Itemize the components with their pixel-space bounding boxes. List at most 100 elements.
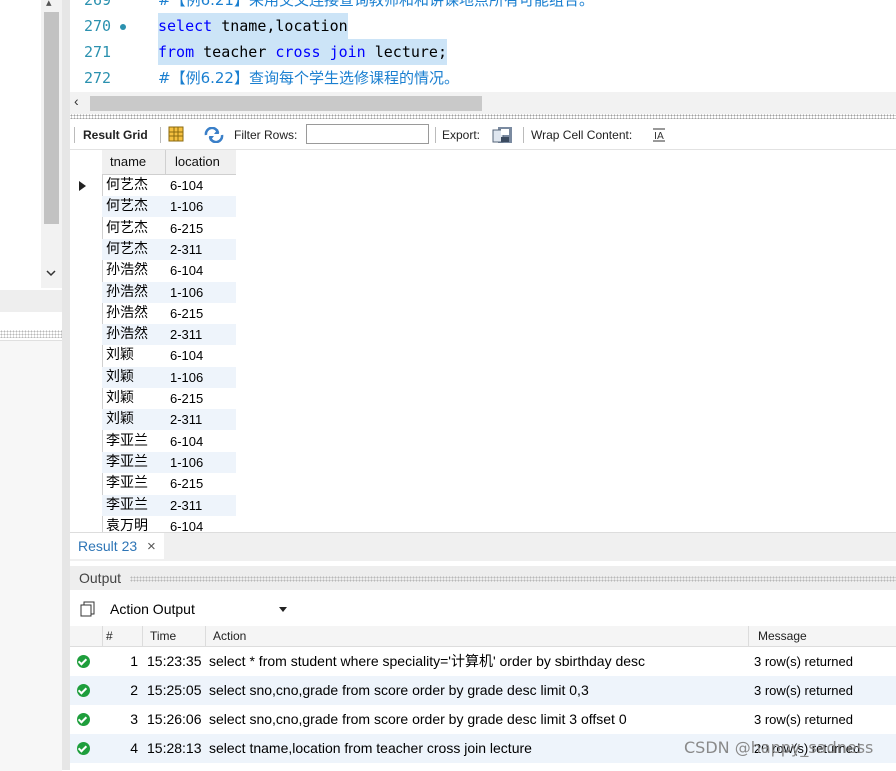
- editor-scroll-thumb[interactable]: [90, 96, 482, 111]
- table-row[interactable]: 李亚兰 1-106: [102, 451, 236, 473]
- cell-tname[interactable]: 何艺杰: [106, 218, 148, 239]
- cell-location[interactable]: 6-104: [170, 431, 203, 452]
- navigator-scroll-thumb[interactable]: [44, 12, 59, 224]
- cell-tname[interactable]: 何艺杰: [106, 175, 148, 196]
- refresh-icon[interactable]: [203, 127, 225, 145]
- cell-tname[interactable]: 刘颖: [106, 409, 134, 430]
- column-divider[interactable]: [102, 626, 103, 646]
- cell-tname[interactable]: 刘颖: [106, 388, 134, 409]
- chevron-down-icon[interactable]: [45, 268, 57, 278]
- cell-tname[interactable]: 李亚兰: [106, 431, 148, 452]
- cell-location[interactable]: 6-215: [170, 388, 203, 409]
- cell-tname[interactable]: 何艺杰: [106, 239, 148, 260]
- column-divider[interactable]: [748, 626, 749, 646]
- cell-tname[interactable]: 李亚兰: [106, 495, 148, 516]
- grid-layout-icon[interactable]: [168, 126, 184, 144]
- table-row[interactable]: 何艺杰 6-104: [102, 175, 236, 196]
- wrap-text-icon[interactable]: IA: [652, 128, 668, 144]
- grid-header: tname location: [102, 150, 236, 175]
- cell-location[interactable]: 1-106: [170, 452, 203, 473]
- row-message: 3 row(s) returned: [754, 683, 853, 698]
- cell-location[interactable]: 2-311: [170, 495, 202, 516]
- table-row[interactable]: 刘颖 1-106: [102, 366, 236, 388]
- copy-icon[interactable]: [80, 601, 96, 617]
- cell-location[interactable]: 6-104: [170, 260, 203, 281]
- cell-location[interactable]: 1-106: [170, 367, 203, 388]
- table-row[interactable]: 2 15:25:05 select sno,cno,grade from score…: [70, 676, 896, 705]
- table-row[interactable]: 3 15:26:06 select sno,cno,grade from score…: [70, 705, 896, 734]
- table-row[interactable]: 袁万明 6-104: [102, 516, 236, 532]
- result-grid-button[interactable]: Result Grid: [83, 121, 148, 149]
- cell-tname[interactable]: 孙浩然: [106, 260, 148, 281]
- navigator-splitter[interactable]: [0, 290, 62, 312]
- cell-location[interactable]: 6-104: [170, 516, 203, 532]
- cell-location[interactable]: 6-104: [170, 175, 203, 196]
- filter-rows-input[interactable]: [306, 124, 429, 144]
- output-dots: [130, 576, 896, 582]
- output-table-header: # Time Action Message: [70, 626, 896, 647]
- column-header-time[interactable]: Time: [150, 626, 176, 646]
- scroll-up-arrow-icon[interactable]: ▴: [46, 0, 52, 9]
- table-row[interactable]: 李亚兰 6-104: [102, 431, 236, 452]
- column-header-tname[interactable]: tname: [110, 150, 146, 174]
- table-row[interactable]: 李亚兰 2-311: [102, 494, 236, 516]
- table-row[interactable]: 刘颖 2-311: [102, 409, 236, 431]
- table-row[interactable]: 李亚兰 6-215: [102, 473, 236, 494]
- row-number: 4: [130, 740, 138, 756]
- table-row[interactable]: 1 15:23:35 select * from student where spe…: [70, 647, 896, 676]
- table-row[interactable]: 刘颖 6-215: [102, 388, 236, 409]
- table-row[interactable]: 孙浩然 6-104: [102, 260, 236, 281]
- cell-location[interactable]: 6-215: [170, 218, 203, 239]
- output-header: Output: [70, 566, 896, 590]
- cell-location[interactable]: 2-311: [170, 324, 202, 345]
- editor-result-splitter[interactable]: [70, 114, 896, 119]
- cell-tname[interactable]: 孙浩然: [106, 324, 148, 345]
- table-row[interactable]: 何艺杰 1-106: [102, 196, 236, 218]
- action-output-select[interactable]: Action Output: [103, 597, 293, 621]
- code-line-272: 272 #【例6.22】查询每个学生选修课程的情况。: [70, 65, 896, 91]
- column-header-action[interactable]: Action: [213, 626, 246, 646]
- column-header-location[interactable]: location: [175, 150, 220, 174]
- cell-location[interactable]: 1-106: [170, 196, 203, 217]
- column-header-number[interactable]: #: [106, 626, 113, 646]
- code-text: select tname,location: [158, 13, 348, 39]
- tab-result-23[interactable]: Result 23 ×: [70, 533, 164, 559]
- svg-text:IA: IA: [654, 131, 664, 142]
- cell-location[interactable]: 6-215: [170, 303, 203, 324]
- cell-tname[interactable]: 袁万明: [106, 516, 148, 532]
- scroll-left-arrow-icon[interactable]: ‹: [74, 93, 79, 109]
- code-line-269: 269 #【例6.21】采用交叉连接查询教师和和讲课地点所有可能组合。: [70, 0, 896, 13]
- cell-tname[interactable]: 孙浩然: [106, 282, 148, 303]
- export-icon[interactable]: [492, 126, 514, 144]
- table-row[interactable]: 孙浩然 2-311: [102, 324, 236, 346]
- close-icon[interactable]: ×: [147, 538, 156, 555]
- row-time: 15:23:35: [147, 653, 202, 669]
- cell-tname[interactable]: 孙浩然: [106, 303, 148, 324]
- cell-tname[interactable]: 何艺杰: [106, 196, 148, 217]
- result-grid[interactable]: tname location 何艺杰 6-104 何艺杰 1-106 何艺杰 6-215 何…: [70, 150, 896, 532]
- cell-tname[interactable]: 刘颖: [106, 345, 134, 366]
- cell-tname[interactable]: 李亚兰: [106, 473, 148, 494]
- code-comment: #【例6.22】查询每个学生选修课程的情况。: [158, 69, 459, 87]
- cell-location[interactable]: 2-311: [170, 409, 202, 430]
- column-header-message[interactable]: Message: [758, 626, 807, 646]
- sql-editor[interactable]: 269 #【例6.21】采用交叉连接查询教师和和讲课地点所有可能组合。 270 …: [70, 0, 896, 92]
- column-divider[interactable]: [165, 150, 166, 174]
- success-check-icon: [77, 655, 90, 668]
- row-message: 3 row(s) returned: [754, 712, 853, 727]
- cell-tname[interactable]: 刘颖: [106, 367, 134, 388]
- panel-separator[interactable]: [62, 0, 70, 770]
- table-row[interactable]: 孙浩然 6-215: [102, 303, 236, 324]
- column-divider[interactable]: [142, 626, 143, 646]
- cell-tname[interactable]: 李亚兰: [106, 452, 148, 473]
- column-divider[interactable]: [205, 626, 206, 646]
- table-row[interactable]: 何艺杰 2-311: [102, 238, 236, 260]
- table-row[interactable]: 孙浩然 1-106: [102, 281, 236, 303]
- cell-location[interactable]: 2-311: [170, 239, 202, 260]
- success-check-icon: [77, 684, 90, 697]
- cell-location[interactable]: 6-215: [170, 473, 203, 494]
- cell-location[interactable]: 1-106: [170, 282, 203, 303]
- cell-location[interactable]: 6-104: [170, 345, 203, 366]
- table-row[interactable]: 刘颖 6-104: [102, 345, 236, 366]
- table-row[interactable]: 何艺杰 6-215: [102, 218, 236, 239]
